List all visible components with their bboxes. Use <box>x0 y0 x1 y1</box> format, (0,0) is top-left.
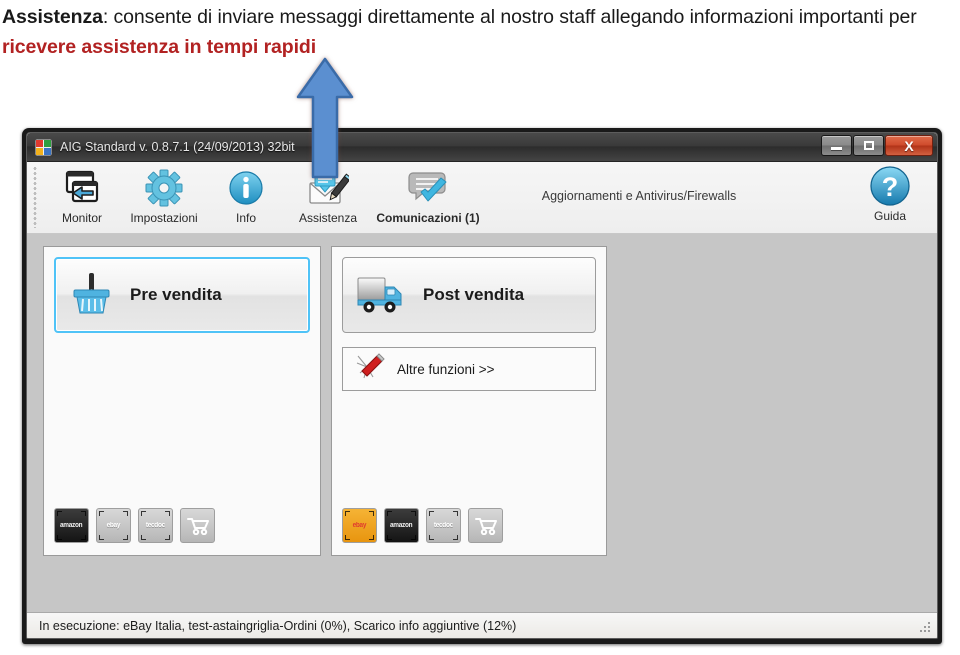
toolbar-item-info[interactable]: Info <box>205 166 287 225</box>
altre-funzioni-button[interactable]: Altre funzioni >> <box>342 347 596 391</box>
info-circle-icon <box>224 168 268 208</box>
annotation-caption: Assistenza: consente di inviare messaggi… <box>0 0 960 62</box>
marketplace-row-right: ebay amazon tecdoc <box>342 508 503 543</box>
panel-pre-vendita: Pre vendita amazon ebay tecdoc <box>43 246 321 556</box>
window-controls: X <box>821 135 933 156</box>
annotation-lead: Assistenza <box>2 6 103 28</box>
blue-up-arrow-icon <box>296 57 354 179</box>
toolbar-label-assistenza: Assistenza <box>298 211 358 225</box>
marketplace-button-cart[interactable] <box>180 508 215 543</box>
window-inner-frame: AIG Standard v. 0.8.7.1 (24/09/2013) 32b… <box>26 132 938 639</box>
toolbar-item-impostazioni[interactable]: Impostazioni <box>123 166 205 225</box>
cart-icon <box>475 518 497 535</box>
pre-vendita-button[interactable]: Pre vendita <box>54 257 310 333</box>
toolbar-center-area: Aggiornamenti e Antivirus/Firewalls <box>487 166 851 226</box>
window-content-area: Pre vendita amazon ebay tecdoc Post vend… <box>27 234 937 612</box>
maximize-icon <box>863 141 874 150</box>
svg-text:?: ? <box>882 172 899 202</box>
post-vendita-label: Post vendita <box>423 285 525 304</box>
marketplace-button-ebay[interactable]: ebay <box>96 508 131 543</box>
gear-icon <box>142 168 186 208</box>
toolbar-label-monitor: Monitor <box>61 211 102 225</box>
toolbar-label-info: Info <box>235 211 256 225</box>
annotation-line2-highlight: ricevere assistenza in tempi rapidi <box>2 36 317 58</box>
cart-icon <box>187 518 209 535</box>
window-titlebar[interactable]: AIG Standard v. 0.8.7.1 (24/09/2013) 32b… <box>27 133 937 162</box>
toolbar-label-guida: Guida <box>873 209 907 223</box>
window-title: AIG Standard v. 0.8.7.1 (24/09/2013) 32b… <box>60 140 295 154</box>
marketplace-button-tecdoc[interactable]: tecdoc <box>138 508 173 543</box>
tecdoc-logo: tecdoc <box>145 522 166 529</box>
speech-bubble-check-icon <box>406 168 450 208</box>
amazon-logo: amazon <box>60 522 83 529</box>
maximize-button[interactable] <box>853 135 884 156</box>
amazon-logo: amazon <box>390 522 413 529</box>
toolbar-item-comunicazioni[interactable]: Comunicazioni (1) <box>369 166 487 225</box>
annotation-line1: : consente di inviare messaggi direttame… <box>102 6 685 28</box>
marketplace-button-cart[interactable] <box>468 508 503 543</box>
panel-post-vendita: Post vendita Altre funzioni >> ebay amaz… <box>331 246 607 556</box>
marketplace-button-tecdoc[interactable]: tecdoc <box>426 508 461 543</box>
monitor-windows-icon <box>60 168 104 208</box>
delivery-truck-icon <box>355 270 409 321</box>
marketplace-button-amazon[interactable]: amazon <box>384 508 419 543</box>
toolbar-item-monitor[interactable]: Monitor <box>41 166 123 225</box>
post-vendita-button[interactable]: Post vendita <box>342 257 596 333</box>
ebay-logo: ebay <box>352 522 367 529</box>
minimize-button[interactable] <box>821 135 852 156</box>
status-bar: In esecuzione: eBay Italia, test-astaing… <box>27 612 937 638</box>
marketplace-button-ebay-active[interactable]: ebay <box>342 508 377 543</box>
toolbar-item-guida[interactable]: ? Guida <box>851 166 929 223</box>
annotation-line2-plain: informazioni importanti per <box>689 6 917 28</box>
shopping-basket-icon <box>68 269 116 322</box>
toolbar-drag-grip[interactable] <box>33 166 37 228</box>
resize-grip-icon[interactable] <box>920 622 932 634</box>
application-window: AIG Standard v. 0.8.7.1 (24/09/2013) 32b… <box>22 128 942 644</box>
swiss-army-knife-icon <box>353 351 387 388</box>
close-icon: X <box>904 137 914 154</box>
aig-app-icon <box>35 138 52 156</box>
status-bar-text: In esecuzione: eBay Italia, test-astaing… <box>39 618 517 633</box>
main-toolbar: Monitor Impostazioni Info Assistenza Com… <box>27 162 937 234</box>
minimize-icon <box>831 147 842 150</box>
question-mark-icon: ? <box>868 166 912 206</box>
marketplace-row-left: amazon ebay tecdoc <box>54 508 215 543</box>
toolbar-label-comunicazioni: Comunicazioni (1) <box>376 211 480 225</box>
toolbar-label-impostazioni: Impostazioni <box>130 211 198 225</box>
close-button[interactable]: X <box>885 135 933 156</box>
marketplace-button-amazon[interactable]: amazon <box>54 508 89 543</box>
altre-funzioni-label: Altre funzioni >> <box>397 361 495 377</box>
tecdoc-logo: tecdoc <box>433 522 454 529</box>
updates-antivirus-text: Aggiornamenti e Antivirus/Firewalls <box>541 189 737 203</box>
pre-vendita-label: Pre vendita <box>130 285 222 304</box>
ebay-logo: ebay <box>106 522 121 529</box>
